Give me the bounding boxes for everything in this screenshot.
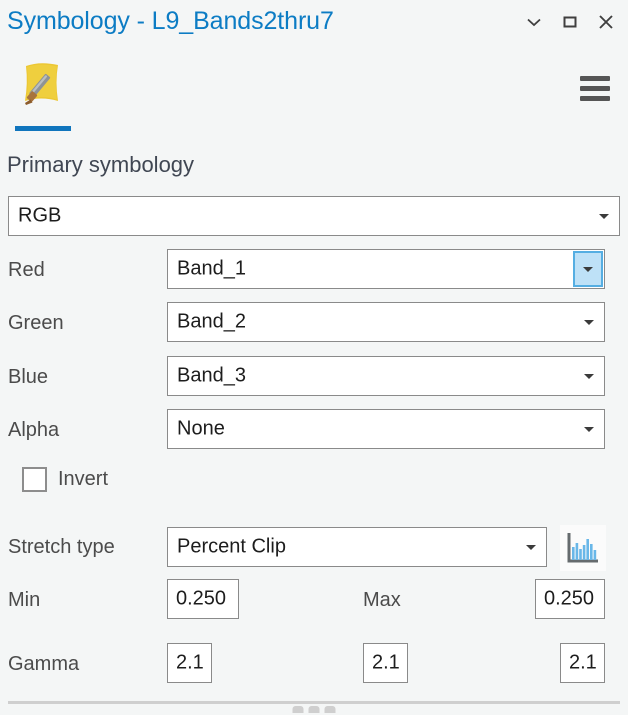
chevron-down-icon[interactable] xyxy=(573,251,603,287)
gamma-green-value: 2.1 xyxy=(372,651,400,674)
page-title: Symbology - L9_Bands2thru7 xyxy=(7,7,334,35)
title-bar: Symbology - L9_Bands2thru7 xyxy=(0,0,628,48)
invert-checkbox-row[interactable]: Invert xyxy=(22,465,108,493)
histogram-icon[interactable] xyxy=(560,525,606,571)
blue-channel-dropdown[interactable]: Band_3 xyxy=(167,356,605,396)
max-input[interactable]: 0.250 xyxy=(535,579,605,619)
close-icon[interactable] xyxy=(590,6,622,38)
chevron-down-icon[interactable] xyxy=(516,528,546,566)
chevron-down-icon[interactable] xyxy=(518,6,550,38)
resize-grip[interactable] xyxy=(292,706,336,713)
gamma-blue-value: 2.1 xyxy=(569,651,597,674)
min-value: 0.250 xyxy=(176,587,227,610)
green-channel-dropdown[interactable]: Band_2 xyxy=(167,302,605,342)
alpha-channel-dropdown[interactable]: None xyxy=(167,409,605,449)
chevron-down-icon[interactable] xyxy=(574,357,604,395)
tab-strip xyxy=(0,48,628,132)
primary-symbology-value: RGB xyxy=(18,204,62,227)
max-label: Max xyxy=(363,589,401,611)
hamburger-menu-icon[interactable] xyxy=(580,73,614,103)
red-channel-dropdown[interactable]: Band_1 xyxy=(167,249,605,289)
stretch-type-label: Stretch type xyxy=(8,536,115,558)
bottom-divider xyxy=(8,701,620,704)
page-section-heading: Primary symbology xyxy=(7,152,195,177)
chevron-down-icon[interactable] xyxy=(589,197,619,235)
green-channel-value: Band_2 xyxy=(177,310,246,333)
green-channel-label: Green xyxy=(8,312,64,334)
gamma-label: Gamma xyxy=(8,653,80,675)
red-channel-value: Band_1 xyxy=(177,257,246,280)
stretch-type-dropdown[interactable]: Percent Clip xyxy=(167,527,547,567)
maximize-icon[interactable] xyxy=(554,6,586,38)
red-channel-label: Red xyxy=(8,259,45,281)
invert-checkbox[interactable] xyxy=(22,466,47,492)
alpha-channel-value: None xyxy=(177,417,225,440)
gamma-blue-input[interactable]: 2.1 xyxy=(560,643,605,683)
primary-symbology-dropdown[interactable]: RGB xyxy=(8,196,620,236)
chevron-down-icon[interactable] xyxy=(574,410,604,448)
chevron-down-icon[interactable] xyxy=(574,303,604,341)
window-controls xyxy=(518,6,622,38)
gamma-green-input[interactable]: 2.1 xyxy=(363,643,408,683)
max-value: 0.250 xyxy=(544,587,595,610)
alpha-channel-label: Alpha xyxy=(8,419,60,441)
invert-label: Invert xyxy=(58,467,109,490)
tab-symbology[interactable] xyxy=(14,56,74,131)
gamma-red-value: 2.1 xyxy=(176,651,204,674)
gamma-red-input[interactable]: 2.1 xyxy=(167,643,212,683)
min-label: Min xyxy=(8,589,41,611)
tab-active-indicator xyxy=(15,126,71,131)
stretch-type-value: Percent Clip xyxy=(177,535,286,558)
min-input[interactable]: 0.250 xyxy=(167,579,239,619)
symbology-brush-icon xyxy=(14,56,70,112)
blue-channel-label: Blue xyxy=(8,366,49,388)
blue-channel-value: Band_3 xyxy=(177,364,246,387)
